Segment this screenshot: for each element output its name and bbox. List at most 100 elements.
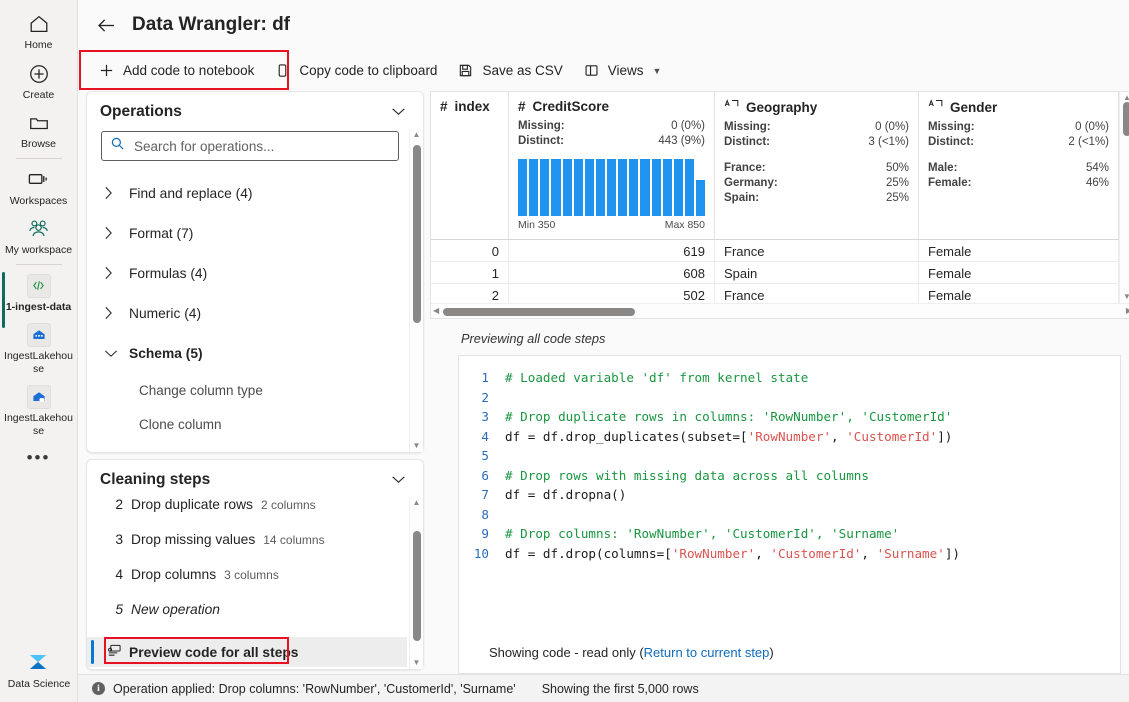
copy-code-to-clipboard-button[interactable]: Copy code to clipboard [264,56,447,86]
operations-group-schema[interactable]: Schema (5) [101,333,407,373]
cleaning-step-row[interactable]: 4 Drop columns 3 columns [101,567,407,602]
column-name: index [454,99,490,114]
scroll-down-arrow-icon[interactable]: ▼ [413,442,421,450]
status-rows-info: Showing the first 5,000 rows [542,682,699,696]
column-stat-distinct: Distinct: 443 (9%) [518,134,705,149]
scrollbar-thumb[interactable] [412,145,421,323]
category-value: 25% [885,192,909,204]
operation-change-column-type[interactable]: Change column type [101,373,407,407]
operations-group-format[interactable]: Format (7) [101,213,407,253]
sidebar-item-data-science[interactable]: Data Science [2,645,76,695]
sidebar-item-my-workspace[interactable]: My workspace [2,211,76,261]
scroll-up-arrow-icon[interactable]: ▲ [413,499,421,507]
grid-horizontal-scrollbar[interactable]: ◀ ▶ [431,303,1129,318]
step-number: 3 [115,532,123,547]
preview-code-for-all-steps-button[interactable]: Preview code for all steps [87,637,407,667]
sidebar-item-create[interactable]: Create [2,56,76,106]
scroll-down-arrow-icon[interactable]: ▼ [1123,293,1129,301]
scrollbar-track[interactable] [410,139,424,442]
left-panel: Operations Search for operations... Find… [78,91,430,674]
scrollbar-thumb[interactable] [443,307,636,316]
operations-scrollbar[interactable]: ▲ ▼ [409,129,423,452]
return-to-current-step-link[interactable]: Return to current step [644,645,770,660]
sidebar-item-home[interactable]: Home [2,6,76,56]
data-science-icon [26,650,52,676]
cleaning-steps-collapse-chevron-icon[interactable] [388,473,409,487]
lakehouse-sql-icon [26,384,52,410]
search-input[interactable] [132,137,390,155]
scrollbar-track[interactable] [1120,102,1129,293]
column-stat-distinct: Distinct: 2 (<1%) [928,135,1109,150]
back-button[interactable] [92,11,120,39]
operations-collapse-chevron-icon[interactable] [388,105,409,119]
folder-icon [26,110,52,136]
sidebar-item-ingestlakehouse-sql[interactable]: IngestLakehouse [2,379,76,441]
operations-list: Find and replace (4) Format (7) [87,129,409,452]
histogram-bar [573,159,583,216]
save-as-csv-button[interactable]: Save as CSV [447,56,572,86]
column-header-gender[interactable]: Gender Missing: 0 (0%) Distinct: 2 (<1%) [919,92,1119,240]
cleaning-steps-body: 2 Drop duplicate rows 2 columns 3 Drop m… [87,497,423,669]
cleaning-step-row[interactable]: 2 Drop duplicate rows 2 columns [101,497,407,532]
cleaning-steps-panel: Cleaning steps 2 Drop duplicate rows 2 c… [86,459,424,670]
category-spain: Spain: 25% [724,191,909,206]
code-line-text: # Drop duplicate rows in columns: 'RowNu… [505,409,953,424]
table-row[interactable]: 0 619 France Female [431,240,1119,262]
scrollbar-track[interactable] [443,304,1122,319]
code-lines[interactable]: 1 # Loaded variable 'df' from kernel stat… [459,356,1120,637]
operations-group-formulas[interactable]: Formulas (4) [101,253,407,293]
grid-vertical-scrollbar[interactable]: ▲ ▼ [1119,92,1129,303]
histogram-bar [584,159,594,216]
stat-value: 443 (9%) [658,135,705,147]
operations-group-numeric[interactable]: Numeric (4) [101,293,407,333]
workspaces-icon [26,167,52,193]
views-panel-icon [583,62,600,79]
sidebar-item-workspaces[interactable]: Workspaces [2,162,76,212]
status-operation-applied: i Operation applied: Drop columns: 'RowN… [92,682,516,696]
scrollbar-track[interactable] [410,507,424,659]
sidebar-item-1-ingest-data[interactable]: 1-ingest-data [1,268,76,327]
step-label: Drop columns [131,567,217,582]
cell-gender: Female [919,262,1119,283]
rail-more-button[interactable]: ••• [27,441,51,466]
scroll-left-arrow-icon[interactable]: ◀ [433,307,439,315]
category-value: 46% [1085,177,1109,189]
cell-index: 2 [431,284,509,303]
search-for-operations-field[interactable] [101,131,399,161]
save-icon [457,62,474,79]
sidebar-item-label: Data Science [7,677,71,690]
status-bar: i Operation applied: Drop columns: 'RowN… [78,674,1129,702]
sidebar-item-label: My workspace [4,244,73,256]
stat-key: Missing: [518,120,565,132]
cleaning-steps-scrollbar[interactable]: ▲ ▼ [409,497,423,669]
views-button[interactable]: Views ▼ [573,56,672,86]
scrollbar-thumb[interactable] [1123,102,1129,136]
sidebar-item-label: 1-ingest-data [5,300,72,313]
operations-group-find-and-replace[interactable]: Find and replace (4) [101,173,407,213]
operation-clone-column[interactable]: Clone column [101,407,407,441]
number-type-icon: # [518,99,526,114]
sidebar-item-ingestlakehouse[interactable]: IngestLakehouse [2,317,76,379]
column-header-creditscore[interactable]: # CreditScore Missing: 0 (0%) Distinct: [509,92,715,240]
chevron-right-icon [101,226,129,240]
scroll-up-arrow-icon[interactable]: ▲ [1123,94,1129,102]
scroll-up-arrow-icon[interactable]: ▲ [413,131,421,139]
cleaning-step-row[interactable]: 3 Drop missing values 14 columns [101,532,407,567]
histogram-bar [607,159,617,216]
scrollbar-thumb[interactable] [412,531,421,641]
category-female: Female: 46% [928,176,1109,191]
add-code-to-notebook-button[interactable]: Add code to notebook [88,56,264,86]
column-header-index[interactable]: # index [431,92,509,240]
cleaning-step-new-operation[interactable]: 5 New operation [101,602,407,637]
table-row[interactable]: 1 608 Spain Female [431,262,1119,284]
table-row[interactable]: 2 502 France Female [431,284,1119,303]
scroll-down-arrow-icon[interactable]: ▼ [413,659,421,667]
operations-header: Operations [87,92,423,129]
code-line: 8 [459,505,1120,525]
column-header-geography[interactable]: Geography Missing: 0 (0%) Distinct: 3 (<… [715,92,919,240]
sidebar-item-browse[interactable]: Browse [2,105,76,155]
chevron-right-icon [101,186,129,200]
rail-divider-2 [15,263,62,265]
